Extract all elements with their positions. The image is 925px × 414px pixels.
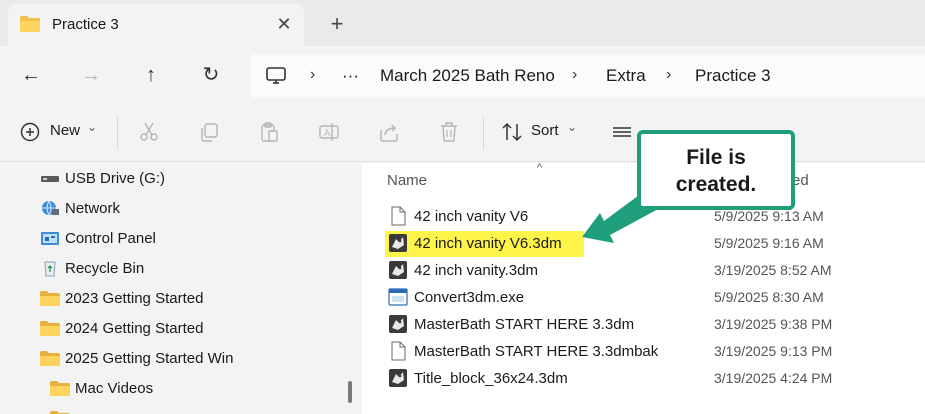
file-row[interactable]: Title_block_36x24.3dm 3/19/2025 4:24 PM xyxy=(382,366,922,390)
file-name: 42 inch vanity V6.3dm xyxy=(414,235,562,252)
folder-icon xyxy=(50,411,70,414)
chevron-down-icon: ⌄ xyxy=(567,120,578,134)
control-panel-icon xyxy=(41,232,59,245)
callout-box: File is created. xyxy=(637,130,795,210)
file-name: MasterBath START HERE 3.3dm xyxy=(414,316,635,333)
up-arrow-icon[interactable]: ↑ xyxy=(136,60,166,90)
file-date-modified: 5/9/2025 8:30 AM xyxy=(714,289,824,305)
file-name: Convert3dm.exe xyxy=(414,289,525,306)
breadcrumb-more[interactable]: ··· xyxy=(342,66,359,86)
exe-file-icon xyxy=(388,287,408,307)
file-name: 42 inch vanity.3dm xyxy=(414,262,538,279)
file-row[interactable]: MasterBath START HERE 3.3dm 3/19/2025 9:3… xyxy=(382,312,922,336)
sidebar-item-label: Network xyxy=(65,200,121,217)
navigation-pane: USB Drive (G:) Network Control Panel Rec… xyxy=(0,163,343,414)
sidebar-item-label: Recycle Bin xyxy=(65,260,145,277)
close-tab-icon[interactable]: ✕ xyxy=(272,12,296,36)
sidebar-item-label: 2024 Getting Started xyxy=(65,320,204,337)
network-icon xyxy=(42,200,59,216)
folder-icon xyxy=(40,321,60,336)
navigation-row: ← → ↑ ↻ › ··· March 2025 Bath Reno › Ext… xyxy=(0,46,925,104)
back-arrow-icon[interactable]: ← xyxy=(16,60,46,90)
share-icon[interactable] xyxy=(377,120,401,144)
breadcrumb-practice-3[interactable]: Practice 3 xyxy=(695,66,771,86)
sidebar-item-label: Mac Videos xyxy=(75,380,154,397)
file-row[interactable]: Convert3dm.exe 5/9/2025 8:30 AM xyxy=(382,285,922,309)
rename-icon[interactable]: A xyxy=(317,120,341,144)
file-name: Title_block_36x24.3dm xyxy=(414,370,568,387)
sort-ascending-icon: ^ xyxy=(537,162,543,174)
tab-practice-3[interactable]: Practice 3 ✕ xyxy=(8,4,304,46)
rhino-file-icon xyxy=(388,233,408,253)
file-name: MasterBath START HERE 3.3dmbak xyxy=(414,343,659,360)
folder-icon xyxy=(40,351,60,366)
callout-line-1: File is xyxy=(686,146,746,169)
paste-icon[interactable] xyxy=(257,120,281,144)
refresh-icon[interactable]: ↻ xyxy=(196,60,226,90)
recycle-bin-icon xyxy=(44,261,56,277)
file-date-modified: 3/19/2025 4:24 PM xyxy=(714,370,833,386)
sidebar-item-label: 2025 Getting Started Win xyxy=(65,350,234,367)
file-date-modified: 5/9/2025 9:16 AM xyxy=(714,235,824,251)
address-bar[interactable]: › ··· March 2025 Bath Reno › Extra › Pra… xyxy=(250,54,925,98)
sidebar-scrollbar[interactable] xyxy=(348,381,352,403)
file-date-modified: 3/19/2025 9:13 PM xyxy=(714,343,833,359)
usb-drive-icon xyxy=(41,176,59,182)
view-icon[interactable] xyxy=(610,120,634,144)
file-date-modified: 3/19/2025 9:38 PM xyxy=(714,316,833,332)
generic-file-icon xyxy=(388,206,408,226)
copy-icon[interactable] xyxy=(197,120,221,144)
breadcrumb-separator: › xyxy=(666,66,672,83)
forward-arrow-icon[interactable]: → xyxy=(76,60,106,90)
new-label: New xyxy=(50,122,81,139)
callout-text: File is created. xyxy=(641,144,791,198)
breadcrumb-separator: › xyxy=(572,66,578,83)
divider xyxy=(483,116,484,150)
chevron-down-icon: ⌄ xyxy=(87,120,98,134)
sort-label: Sort xyxy=(531,122,559,139)
this-pc-icon[interactable] xyxy=(266,67,286,84)
file-row[interactable]: 42 inch vanity.3dm 3/19/2025 8:52 AM xyxy=(382,258,922,282)
svg-text:A: A xyxy=(324,128,330,138)
sort-icon xyxy=(502,122,522,142)
column-header-name[interactable]: Name xyxy=(387,172,427,189)
generic-file-icon xyxy=(388,341,408,361)
folder-icon xyxy=(20,16,40,32)
file-row[interactable]: MasterBath START HERE 3.3dmbak 3/19/2025 … xyxy=(382,339,922,363)
breadcrumb-separator: › xyxy=(310,66,316,83)
rhino-file-icon xyxy=(388,260,408,280)
callout-line-2: created. xyxy=(675,173,757,196)
folder-icon xyxy=(40,291,60,306)
file-date-modified: 3/19/2025 8:52 AM xyxy=(714,262,832,278)
cut-icon[interactable] xyxy=(137,120,161,144)
breadcrumb-march-2025-bath-reno[interactable]: March 2025 Bath Reno xyxy=(380,66,555,86)
delete-icon[interactable] xyxy=(437,120,461,144)
rhino-file-icon xyxy=(388,368,408,388)
new-tab-button[interactable]: + xyxy=(324,11,350,37)
rhino-file-icon xyxy=(388,314,408,334)
breadcrumb-extra[interactable]: Extra xyxy=(606,66,646,86)
sidebar-item-label: 2023 Getting Started xyxy=(65,290,204,307)
file-date-modified: 5/9/2025 9:13 AM xyxy=(714,208,824,224)
sidebar-item-label: USB Drive (G:) xyxy=(65,170,166,187)
tab-title: Practice 3 xyxy=(52,16,119,33)
divider xyxy=(117,116,118,150)
sidebar-item-label: Control Panel xyxy=(65,230,156,247)
folder-icon xyxy=(50,381,70,396)
file-name: 42 inch vanity V6 xyxy=(414,208,529,225)
tab-strip: Practice 3 ✕ + xyxy=(0,0,925,46)
plus-circle-icon xyxy=(20,122,40,142)
